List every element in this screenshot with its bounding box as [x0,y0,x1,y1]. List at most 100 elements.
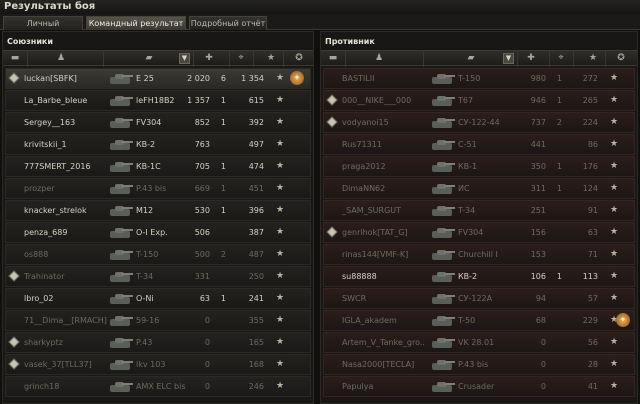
player-icon[interactable]: ♟ [373,53,385,64]
player-row[interactable]: rinas144[VMF-K] Churchill I 153 71 ★ [323,244,635,265]
sort-icon[interactable]: ▼ [503,53,514,64]
player-icon[interactable]: ♟ [55,53,67,64]
enemies-list: BASTILII T-150 980 1 272 ★ 000__NIKE___000 T67 9… [323,68,635,398]
xp-value: 165 [248,338,264,347]
player-row[interactable]: _SAM_SURGUT T-34 251 91 ★ [323,200,635,221]
sort-icon[interactable]: ▼ [179,53,190,64]
tank-name: T-150 [458,74,481,83]
player-name[interactable]: _SAM_SURGUT [342,206,401,215]
player-row[interactable]: vasek_37[TLL37] lkv 103 0 168 ★ [5,354,311,375]
player-row[interactable]: DimaNN62 ИС 311 1 124 ★ [323,178,635,199]
player-name[interactable]: sharkyptz [24,338,63,347]
player-row[interactable]: BASTILII T-150 980 1 272 ★ [323,68,635,89]
player-row[interactable]: Nasa2000[TECLA] P.43 bis 0 28 ★ [323,354,635,375]
player-row[interactable]: krivitskii_1 КВ-2 763 497 ★ [5,134,311,155]
player-name[interactable]: os888 [24,250,48,259]
player-row[interactable]: 000__NIKE___000 T67 946 1 265 ★ [323,90,635,111]
medal-icon[interactable]: ✦ [290,71,304,85]
player-name[interactable]: grinch18 [24,382,59,391]
player-name[interactable]: rinas144[VMF-K] [342,250,408,259]
player-row[interactable]: Rus71311 С-51 441 86 ★ [323,134,635,155]
player-row[interactable]: luckan[SBFK] E 25 2 020 6 1 354 ★ ✦ [5,68,311,89]
medal-icon[interactable]: ✦ [616,313,630,327]
player-row[interactable]: knacker_strelok M12 530 1 396 ★ [5,200,311,221]
player-row[interactable]: Sergey__163 FV304 852 1 392 ★ [5,112,311,133]
player-name[interactable]: La_Barbe_bleue [24,96,87,105]
player-row[interactable]: Papulya Crusader 0 41 ★ [323,376,635,397]
xp-value: 392 [248,118,264,127]
player-row[interactable]: penza_689 O-I Exp. 506 387 ★ [5,222,311,243]
kills-icon[interactable]: ⌖ [235,53,247,64]
tank-name: T67 [458,96,474,105]
damage-icon[interactable]: ✚ [525,53,537,64]
player-row[interactable]: lbro_02 O-Ni 63 1 241 ★ [5,288,311,309]
kills-icon[interactable]: ⌖ [555,53,567,64]
xp-value: 71 [587,250,598,259]
tank-icon [430,93,456,108]
player-row[interactable]: IGLA_akadem T-50 68 229 ★ ✦ [323,310,635,331]
player-row[interactable]: su88888 КВ-2 106 1 113 ★ [323,266,635,287]
player-row[interactable]: sharkyptz P.43 0 165 ★ [5,332,311,353]
player-row[interactable]: SWCR СУ-122А 94 57 ★ [323,288,635,309]
enemies-title: Противник [325,37,375,46]
player-row[interactable]: grinch18 AMX ELC bis 0 246 ★ [5,376,311,397]
kills-value: 1 [220,206,226,215]
player-name[interactable]: penza_689 [24,228,67,237]
player-name[interactable]: Papulya [342,382,373,391]
squad-icon[interactable]: ▬ [9,53,21,64]
player-name[interactable]: Nasa2000[TECLA] [342,360,414,369]
player-name[interactable]: lbro_02 [24,294,54,303]
player-row[interactable]: Artem_V_Tanke_gro.. VK 28.01 0 56 ★ [323,332,635,353]
player-name[interactable]: genrihok[TAT_G] [342,228,408,237]
player-name[interactable]: su88888 [342,272,377,281]
player-name[interactable]: krivitskii_1 [24,140,67,149]
player-row[interactable]: vodyanoi15 СУ-122-44 737 2 224 ★ [323,112,635,133]
player-name[interactable]: praga2012 [342,162,386,171]
player-name[interactable]: Artem_V_Tanke_gro.. [342,338,425,347]
xp-value: 246 [248,382,264,391]
xp-value: 355 [248,316,264,325]
player-row[interactable]: os888 T-150 500 2 487 ★ [5,244,311,265]
player-name[interactable]: 777SMERT_2016 [24,162,91,171]
player-name[interactable]: BASTILII [342,74,374,83]
tank-icon [430,291,456,306]
tab-team-result[interactable]: Командный результат [86,16,186,30]
player-row[interactable]: praga2012 КВ-1 350 1 176 ★ [323,156,635,177]
tank-icon[interactable]: ▰ [143,53,155,64]
player-row[interactable]: Trahinator T-34 331 250 ★ [5,266,311,287]
player-name[interactable]: Trahinator [24,272,65,281]
player-row[interactable]: 777SMERT_2016 КВ-1С 705 1 474 ★ [5,156,311,177]
xp-value: 91 [587,206,598,215]
star-icon: ★ [610,293,619,303]
player-name[interactable]: prozper [24,184,55,193]
star-icon[interactable]: ★ [587,53,599,64]
player-row[interactable]: prozper P.43 bis 669 1 451 ★ [5,178,311,199]
player-name[interactable]: SWCR [342,294,366,303]
player-row[interactable]: 71__Dima__[RMACH] 59-16 0 355 ★ [5,310,311,331]
medal-icon[interactable]: ✪ [615,53,627,64]
damage-icon[interactable]: ✚ [203,53,215,64]
star-icon: ★ [276,139,285,149]
tank-icon[interactable]: ▰ [465,53,477,64]
tab-detailed-report[interactable]: Подробный отчёт [189,16,267,30]
player-name[interactable]: Sergey__163 [24,118,75,127]
player-row[interactable]: La_Barbe_bleue leFH18B2 1 357 1 615 ★ [5,90,311,111]
squad-icon[interactable]: ▬ [327,53,339,64]
player-name[interactable]: luckan[SBFK] [24,74,77,83]
player-name[interactable]: Rus71311 [342,140,382,149]
star-icon[interactable]: ★ [265,53,277,64]
damage-value: 946 [530,96,546,105]
tab-personal-result[interactable]: Личный результат [3,16,83,41]
player-name[interactable]: vasek_37[TLL37] [24,360,92,369]
player-name[interactable]: DimaNN62 [342,184,385,193]
player-row[interactable]: genrihok[TAT_G] FV304 156 63 ★ [323,222,635,243]
player-name[interactable]: IGLA_akadem [342,316,397,325]
player-name[interactable]: 71__Dima__[RMACH] [24,316,107,325]
medal-icon[interactable]: ✪ [293,53,305,64]
player-name[interactable]: vodyanoi15 [342,118,389,127]
player-name[interactable]: 000__NIKE___000 [342,96,411,105]
kills-value: 1 [556,162,562,171]
player-name[interactable]: knacker_strelok [24,206,87,215]
allies-table-header: ▬ ♟ ▰ ▼ ✚ ⌖ ★ ✪ [3,50,313,67]
tank-icon [430,137,456,152]
